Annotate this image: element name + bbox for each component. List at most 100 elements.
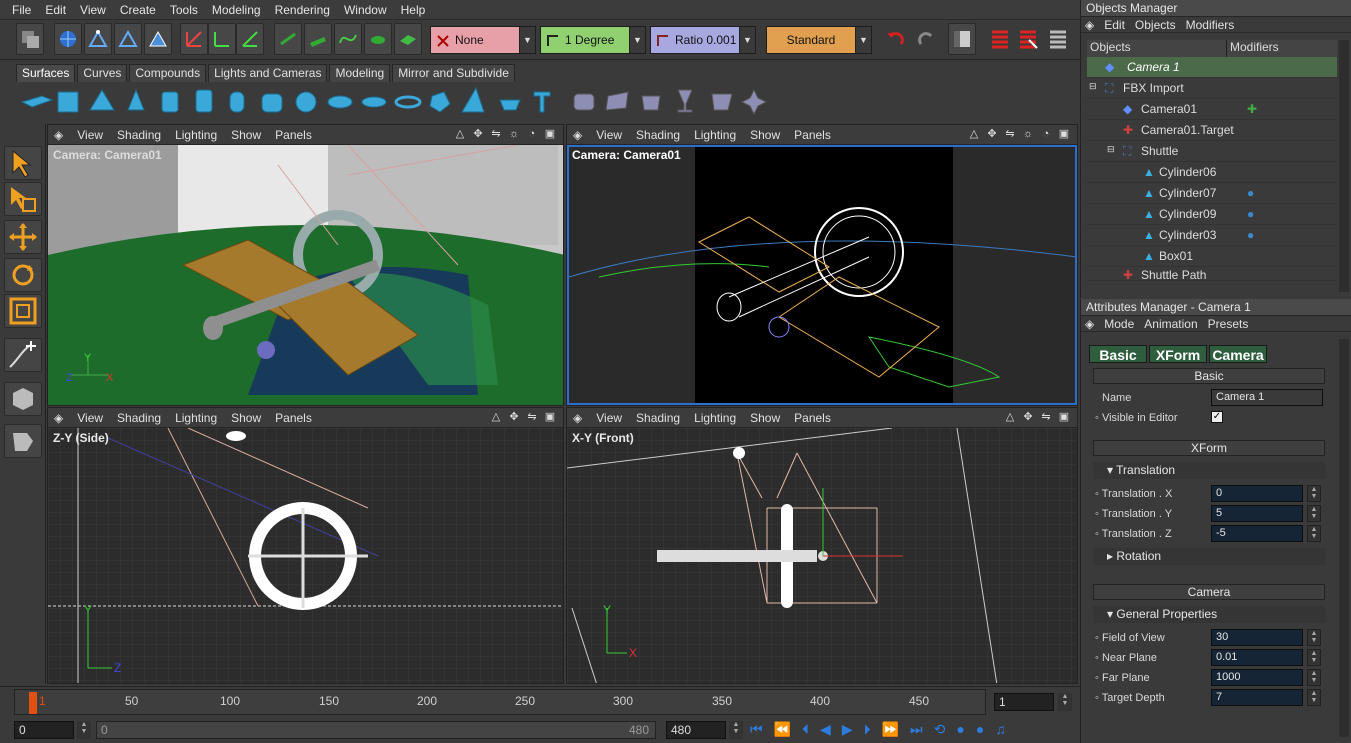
- play-icon[interactable]: ▶: [842, 721, 853, 739]
- menu-view[interactable]: View: [80, 3, 106, 17]
- chevron-down-icon[interactable]: ▼: [519, 27, 535, 53]
- viewport-side[interactable]: ◈ View Shading Lighting Show Panels △ ✥ ⇋ ▣…: [47, 407, 564, 684]
- polygon-mode-icon[interactable]: [144, 23, 172, 55]
- tab-lights-cameras[interactable]: Lights and Cameras: [208, 64, 328, 82]
- tab-mirror-subdivide[interactable]: Mirror and Subdivide: [392, 64, 515, 82]
- object-shape-icon[interactable]: [4, 424, 42, 458]
- prev-frame-icon[interactable]: ⏴: [802, 721, 809, 739]
- next-key-icon[interactable]: ⏩: [882, 721, 899, 739]
- snap-surface-icon[interactable]: [394, 23, 422, 55]
- om-edit-menu[interactable]: Edit: [1104, 18, 1125, 32]
- tab-camera[interactable]: Camera: [1209, 345, 1267, 363]
- select-arrow-icon[interactable]: [4, 146, 42, 180]
- am-animation-menu[interactable]: Animation: [1144, 317, 1197, 331]
- viewport-menu-icon[interactable]: ◈: [54, 411, 63, 425]
- scale-icon[interactable]: [4, 294, 42, 328]
- tz-spinner[interactable]: ▲ ▼: [1307, 525, 1321, 542]
- section-camera[interactable]: Camera: [1093, 584, 1325, 600]
- am-mode-menu[interactable]: Mode: [1104, 317, 1134, 331]
- pan-icon[interactable]: ✥: [471, 127, 485, 141]
- vp-lighting-menu[interactable]: Lighting: [694, 411, 736, 425]
- angle-select[interactable]: 1 Degree ▼: [540, 26, 646, 54]
- tree-row-camera01[interactable]: ◆ Camera01 ✚: [1087, 99, 1337, 120]
- tab-xform[interactable]: XForm: [1149, 345, 1207, 363]
- playhead[interactable]: [29, 692, 37, 714]
- snap-select[interactable]: None ▼: [430, 26, 536, 54]
- snap-object-icon[interactable]: [364, 23, 392, 55]
- vp-show-menu[interactable]: Show: [750, 411, 780, 425]
- vp-lighting-menu[interactable]: Lighting: [175, 411, 217, 425]
- snap-plane-icon[interactable]: [304, 23, 332, 55]
- current-frame-input[interactable]: 1: [994, 693, 1054, 711]
- local-axis-icon[interactable]: [208, 23, 236, 55]
- far-spinner[interactable]: ▲ ▼: [1307, 669, 1321, 686]
- vp-lighting-menu[interactable]: Lighting: [175, 128, 217, 142]
- panel-menu-icon[interactable]: ◈: [1085, 18, 1094, 32]
- attr-scrollbar[interactable]: [1339, 339, 1349, 737]
- zoom-icon[interactable]: ⇋: [1003, 127, 1017, 141]
- vp-shading-menu[interactable]: Shading: [636, 411, 680, 425]
- translation-group[interactable]: ▾ Translation: [1093, 462, 1325, 479]
- translation-x-input[interactable]: 0: [1211, 485, 1303, 502]
- render-region-icon[interactable]: [1014, 23, 1042, 55]
- vp-lighting-menu[interactable]: Lighting: [694, 128, 736, 142]
- maximize-icon[interactable]: ▣: [543, 127, 557, 141]
- warning-icon[interactable]: △: [1003, 410, 1017, 424]
- collapse-icon[interactable]: ⊟: [1107, 144, 1115, 155]
- menu-file[interactable]: File: [12, 3, 31, 17]
- vp-view-menu[interactable]: View: [77, 411, 103, 425]
- tree-row-box01[interactable]: ▲ Box01: [1087, 246, 1337, 267]
- menu-help[interactable]: Help: [401, 3, 426, 17]
- axis-icon[interactable]: [180, 23, 208, 55]
- object-cube-icon[interactable]: [4, 382, 42, 416]
- vp-show-menu[interactable]: Show: [750, 128, 780, 142]
- tree-row-shuttle[interactable]: ⊟ ⛶ Shuttle: [1087, 141, 1337, 162]
- vp-show-menu[interactable]: Show: [231, 411, 261, 425]
- near-plane-input[interactable]: 0.01: [1211, 649, 1303, 666]
- tab-basic[interactable]: Basic: [1089, 345, 1147, 363]
- warning-icon[interactable]: △: [489, 410, 503, 424]
- vp-panels-menu[interactable]: Panels: [275, 411, 312, 425]
- render-select[interactable]: Standard ▼: [766, 26, 872, 54]
- undo-icon[interactable]: [882, 23, 910, 55]
- record-icon[interactable]: ●: [956, 721, 964, 739]
- autokey-icon[interactable]: ●: [976, 721, 984, 739]
- am-presets-menu[interactable]: Presets: [1208, 317, 1249, 331]
- vp-shading-menu[interactable]: Shading: [117, 128, 161, 142]
- vp-show-menu[interactable]: Show: [231, 128, 261, 142]
- select-box-icon[interactable]: [4, 182, 42, 216]
- tab-surfaces[interactable]: Surfaces: [16, 64, 76, 82]
- sound-icon[interactable]: ♫: [995, 721, 1006, 739]
- vp-shading-menu[interactable]: Shading: [117, 411, 161, 425]
- target-depth-input[interactable]: 7: [1211, 689, 1303, 706]
- viewport-menu-icon[interactable]: ◈: [54, 128, 63, 142]
- move-icon[interactable]: [4, 220, 42, 254]
- play-reverse-icon[interactable]: ◀: [820, 721, 831, 739]
- viewport-menu-icon[interactable]: ◈: [573, 411, 582, 425]
- zoom-icon[interactable]: ⇋: [1039, 410, 1053, 424]
- chevron-down-icon[interactable]: ▼: [739, 27, 755, 53]
- world-icon[interactable]: [54, 23, 82, 55]
- tree-row-camera01-target[interactable]: ✚ Camera01.Target: [1087, 120, 1337, 141]
- tree-row-cylinder07[interactable]: ▲ Cylinder07 ●: [1087, 183, 1337, 204]
- go-start-icon[interactable]: ⏮: [750, 721, 763, 739]
- time-ruler[interactable]: 1 50 100 150 200 250 300 350 400 450: [14, 689, 986, 715]
- frame-spinner[interactable]: ▲ ▼: [1058, 693, 1072, 711]
- chevron-down-icon[interactable]: ▼: [629, 27, 645, 53]
- tree-row-cylinder06[interactable]: ▲ Cylinder06: [1087, 162, 1337, 183]
- layout-icon[interactable]: [948, 23, 976, 55]
- render-settings-icon[interactable]: [1044, 23, 1072, 55]
- fov-input[interactable]: 30: [1211, 629, 1303, 646]
- section-xform[interactable]: XForm: [1093, 440, 1325, 456]
- orbit-icon[interactable]: ☼: [1021, 127, 1035, 141]
- tab-modeling[interactable]: Modeling: [329, 64, 391, 82]
- section-basic[interactable]: Basic: [1093, 368, 1325, 384]
- translation-y-input[interactable]: 5: [1211, 505, 1303, 522]
- snap-curve-icon[interactable]: [334, 23, 362, 55]
- om-objects-menu[interactable]: Objects: [1135, 18, 1176, 32]
- edge-mode-icon[interactable]: [114, 23, 142, 55]
- translation-z-input[interactable]: -5: [1211, 525, 1303, 542]
- warning-icon[interactable]: △: [453, 127, 467, 141]
- viewport-menu-icon[interactable]: ◈: [573, 128, 582, 142]
- tree-row-cylinder03[interactable]: ▲ Cylinder03 ●: [1087, 225, 1337, 246]
